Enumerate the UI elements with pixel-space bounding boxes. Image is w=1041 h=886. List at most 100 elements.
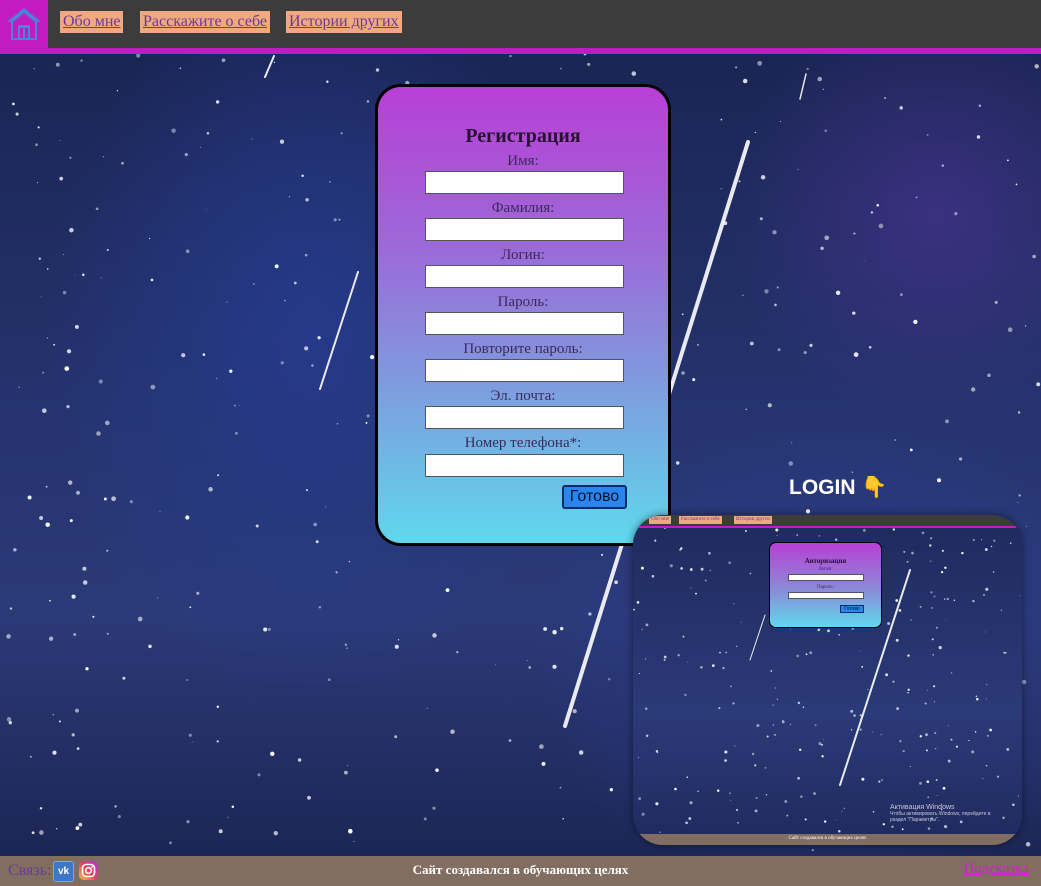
phone-input[interactable] bbox=[425, 454, 624, 477]
nav-link-tell-about-yourself[interactable]: Расскажите о себе bbox=[140, 11, 270, 33]
first-name-input[interactable] bbox=[425, 171, 624, 194]
last-name-input[interactable] bbox=[425, 218, 624, 241]
star bbox=[892, 680, 895, 683]
instagram-icon[interactable] bbox=[79, 861, 98, 880]
home-button[interactable] bbox=[0, 0, 48, 48]
star bbox=[169, 841, 172, 845]
star bbox=[728, 561, 732, 565]
star bbox=[903, 550, 906, 553]
star bbox=[781, 720, 785, 724]
footer-note: Сайт создавался в обучающих целях bbox=[412, 862, 629, 877]
preview-login-label: Логин: bbox=[818, 567, 833, 572]
star bbox=[937, 478, 941, 483]
preview-login-title: Авторизация bbox=[804, 557, 847, 565]
star bbox=[772, 724, 774, 726]
star bbox=[682, 635, 685, 638]
star bbox=[122, 676, 126, 680]
star bbox=[1021, 679, 1027, 685]
star bbox=[279, 139, 285, 144]
star bbox=[754, 131, 757, 134]
nav-link-others-stories[interactable]: Истории других bbox=[286, 11, 402, 33]
star bbox=[638, 672, 640, 675]
star bbox=[927, 827, 931, 830]
star bbox=[252, 283, 255, 286]
star bbox=[48, 636, 54, 641]
repeat-password-input[interactable] bbox=[425, 359, 624, 382]
login-input[interactable] bbox=[425, 265, 624, 288]
star bbox=[74, 274, 76, 276]
star bbox=[325, 506, 327, 508]
star bbox=[820, 246, 824, 251]
nav-link-about[interactable]: Обо мне bbox=[60, 11, 124, 33]
star bbox=[340, 132, 343, 135]
star bbox=[148, 644, 152, 649]
star bbox=[82, 566, 87, 571]
star bbox=[426, 707, 428, 709]
star bbox=[944, 825, 948, 829]
hint-link[interactable]: Подсказка bbox=[963, 861, 1029, 878]
star bbox=[895, 638, 899, 642]
star bbox=[526, 660, 528, 662]
star bbox=[370, 355, 375, 360]
star bbox=[770, 670, 773, 672]
star bbox=[1000, 609, 1003, 611]
star bbox=[725, 651, 728, 654]
star bbox=[730, 799, 732, 801]
star bbox=[1025, 842, 1031, 847]
submit-button[interactable]: Готово bbox=[562, 485, 627, 509]
star bbox=[782, 719, 784, 722]
star bbox=[870, 211, 874, 214]
email-input[interactable] bbox=[425, 406, 624, 429]
star bbox=[318, 606, 322, 609]
star bbox=[641, 628, 643, 630]
star bbox=[818, 742, 822, 746]
star bbox=[853, 352, 859, 357]
star bbox=[684, 693, 687, 697]
star bbox=[63, 254, 64, 256]
star bbox=[640, 566, 644, 570]
star bbox=[39, 516, 44, 520]
star bbox=[797, 168, 799, 170]
star bbox=[39, 830, 44, 835]
star bbox=[74, 708, 80, 713]
star bbox=[435, 768, 439, 772]
star bbox=[644, 707, 648, 711]
star bbox=[1019, 828, 1021, 830]
star bbox=[423, 817, 427, 821]
star bbox=[921, 531, 925, 535]
star bbox=[116, 90, 119, 92]
star bbox=[824, 129, 828, 132]
star bbox=[375, 68, 380, 72]
star bbox=[42, 371, 45, 374]
vk-icon[interactable]: vk bbox=[53, 861, 74, 882]
star bbox=[651, 574, 655, 578]
star bbox=[301, 174, 304, 177]
star bbox=[46, 268, 49, 270]
windows-activation-line-2: раздел "Параметры". bbox=[890, 817, 940, 823]
contact-label: Связь: bbox=[8, 862, 52, 879]
star bbox=[803, 350, 807, 355]
star bbox=[927, 690, 929, 692]
star bbox=[843, 807, 845, 809]
star bbox=[150, 384, 156, 390]
star bbox=[117, 815, 121, 819]
star bbox=[8, 721, 12, 725]
star bbox=[919, 605, 922, 608]
star bbox=[75, 826, 80, 830]
star bbox=[757, 60, 763, 66]
star bbox=[853, 714, 856, 717]
star bbox=[882, 823, 885, 826]
star bbox=[944, 619, 946, 621]
preview-password-input bbox=[788, 592, 864, 599]
star bbox=[772, 704, 774, 706]
star bbox=[327, 678, 331, 681]
star bbox=[297, 758, 302, 762]
home-icon bbox=[7, 8, 41, 40]
star bbox=[274, 264, 279, 269]
star bbox=[251, 138, 253, 140]
star bbox=[288, 196, 290, 198]
star bbox=[881, 779, 883, 781]
star bbox=[891, 825, 894, 828]
star bbox=[861, 777, 865, 781]
password-input[interactable] bbox=[425, 312, 624, 335]
